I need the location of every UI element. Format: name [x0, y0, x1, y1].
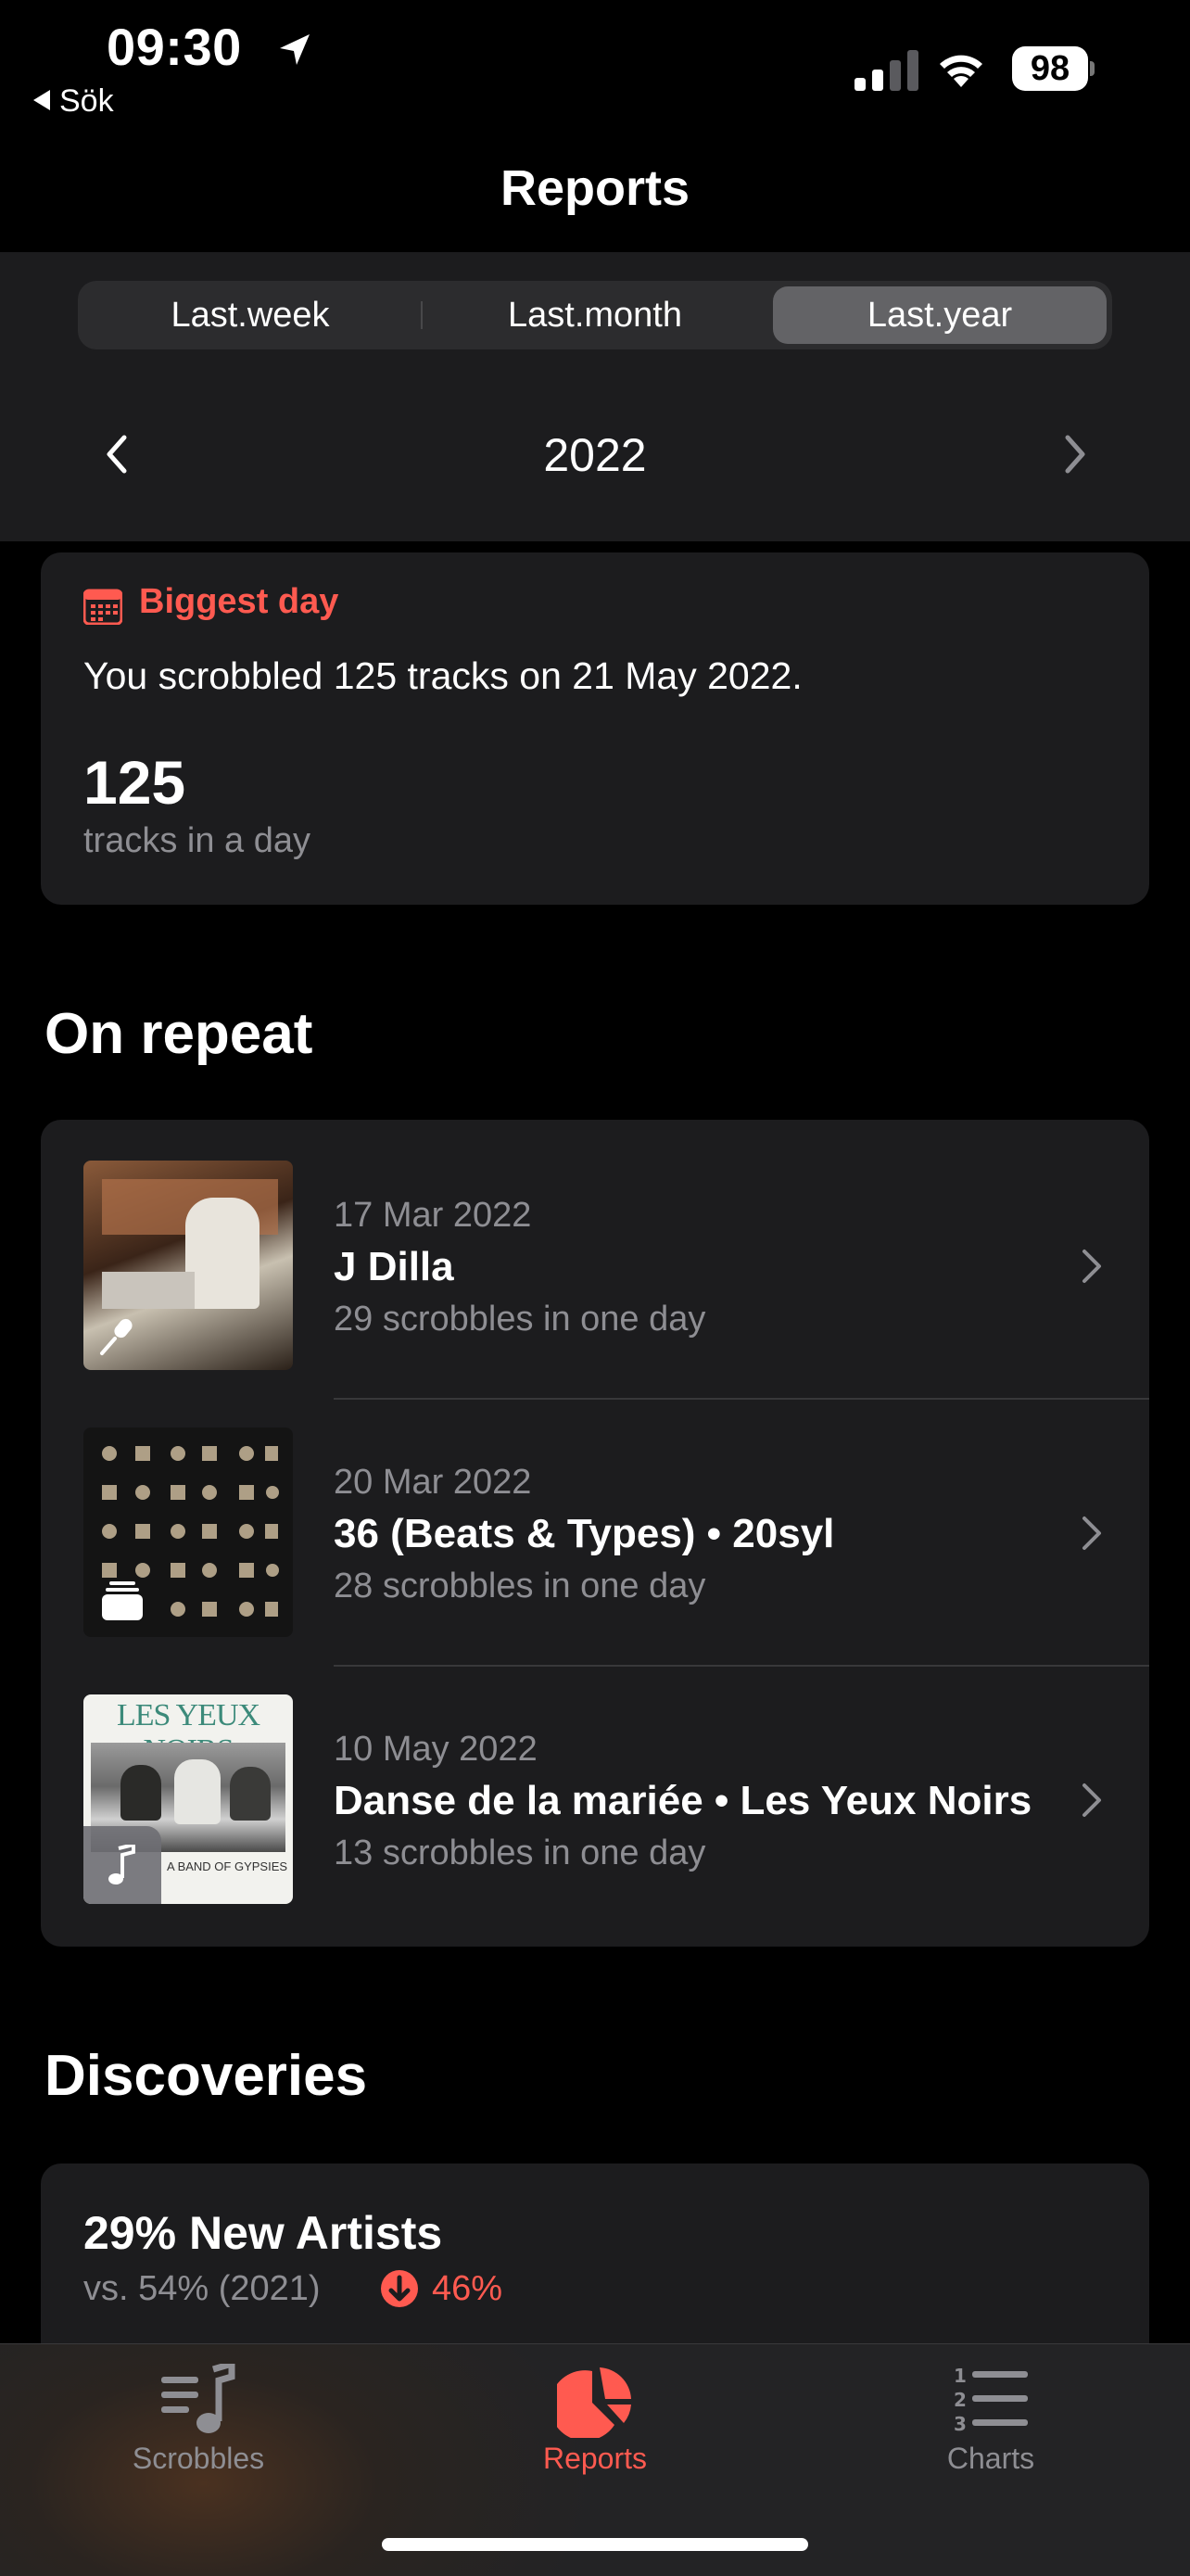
back-to-app-link[interactable]: Sök — [33, 83, 114, 120]
segment-last-year[interactable]: Last.year — [773, 286, 1107, 344]
row-1-chevron-icon — [1082, 1250, 1101, 1283]
status-time: 09:30 — [107, 18, 242, 76]
microphone-icon — [100, 1318, 133, 1355]
cover-caption-text: A BAND OF GYPSIES — [167, 1859, 288, 1873]
row-2-title: 36 (Beats & Types) • 20syl — [334, 1511, 835, 1556]
tab-scrobbles-label: Scrobbles — [132, 2442, 265, 2475]
biggest-day-value: 125 — [83, 748, 186, 817]
back-triangle-icon — [33, 90, 50, 111]
row-3-subtitle: 13 scrobbles in one day — [334, 1834, 706, 1872]
battery-level: 98 — [1012, 46, 1088, 91]
segment-last-week[interactable]: Last.week — [78, 281, 423, 349]
home-indicator[interactable] — [382, 2538, 808, 2551]
battery-nub — [1090, 61, 1095, 76]
row-3-chevron-icon — [1082, 1783, 1101, 1817]
svg-text:1: 1 — [954, 2365, 967, 2387]
back-label: Sök — [59, 83, 114, 119]
numbered-list-icon: 1 2 3 — [954, 2365, 1028, 2435]
wifi-icon — [940, 55, 982, 87]
row-1-date: 17 Mar 2022 — [334, 1196, 532, 1235]
row-3-date: 10 May 2022 — [334, 1730, 538, 1769]
discoveries-section-title: Discoveries — [44, 2044, 368, 2108]
arrow-down-circle-icon — [381, 2270, 418, 2307]
track-cover: LES YEUX NOIRS A BAND OF GYPSIES — [83, 1694, 293, 1904]
artist-photo — [83, 1161, 293, 1370]
tab-reports[interactable] — [456, 2364, 734, 2443]
album-stack-icon — [102, 1581, 143, 1620]
battery-indicator: 98 — [1012, 46, 1095, 91]
row-2-chevron-icon — [1082, 1516, 1101, 1550]
svg-text:2: 2 — [954, 2389, 967, 2411]
row-3-title: Danse de la mariée • Les Yeux Noirs — [334, 1778, 1032, 1823]
period-segmented-control: Last.week Last.month Last.year — [78, 281, 1112, 349]
tab-reports-label: Reports — [542, 2442, 648, 2475]
new-artists-comparison: vs. 54% (2021) — [83, 2269, 321, 2308]
row-1-subtitle: 29 scrobbles in one day — [334, 1300, 706, 1339]
track-badge — [83, 1826, 161, 1904]
cellular-signal-icon — [855, 50, 918, 91]
biggest-day-description: You scrobbled 125 tracks on 21 May 2022. — [83, 654, 803, 697]
on-repeat-section-title: On repeat — [44, 1002, 313, 1066]
row-2-subtitle: 28 scrobbles in one day — [334, 1567, 706, 1605]
next-period-chevron-icon[interactable] — [1062, 434, 1088, 475]
new-artists-change: 46% — [432, 2269, 503, 2308]
biggest-day-heading: Biggest day — [139, 582, 339, 621]
row-1-title: J Dilla — [334, 1244, 454, 1289]
tab-scrobbles[interactable] — [59, 2359, 337, 2443]
tab-charts[interactable]: 1 2 3 — [852, 2364, 1130, 2443]
pie-chart-icon — [550, 2367, 631, 2442]
segment-last-month[interactable]: Last.month — [423, 281, 767, 349]
svg-text:3: 3 — [954, 2413, 967, 2435]
music-note-list-icon — [161, 2359, 235, 2433]
period-label: 2022 — [543, 429, 647, 481]
location-arrow-icon — [280, 34, 310, 65]
biggest-day-unit: tracks in a day — [83, 821, 310, 860]
calendar-icon — [83, 589, 122, 625]
music-note-icon — [108, 1845, 135, 1884]
new-artists-headline: 29% New Artists — [83, 2207, 443, 2259]
tab-charts-label: Charts — [946, 2442, 1035, 2475]
page-title: Reports — [500, 160, 690, 216]
row-2-date: 20 Mar 2022 — [334, 1463, 532, 1502]
album-cover — [83, 1428, 293, 1637]
